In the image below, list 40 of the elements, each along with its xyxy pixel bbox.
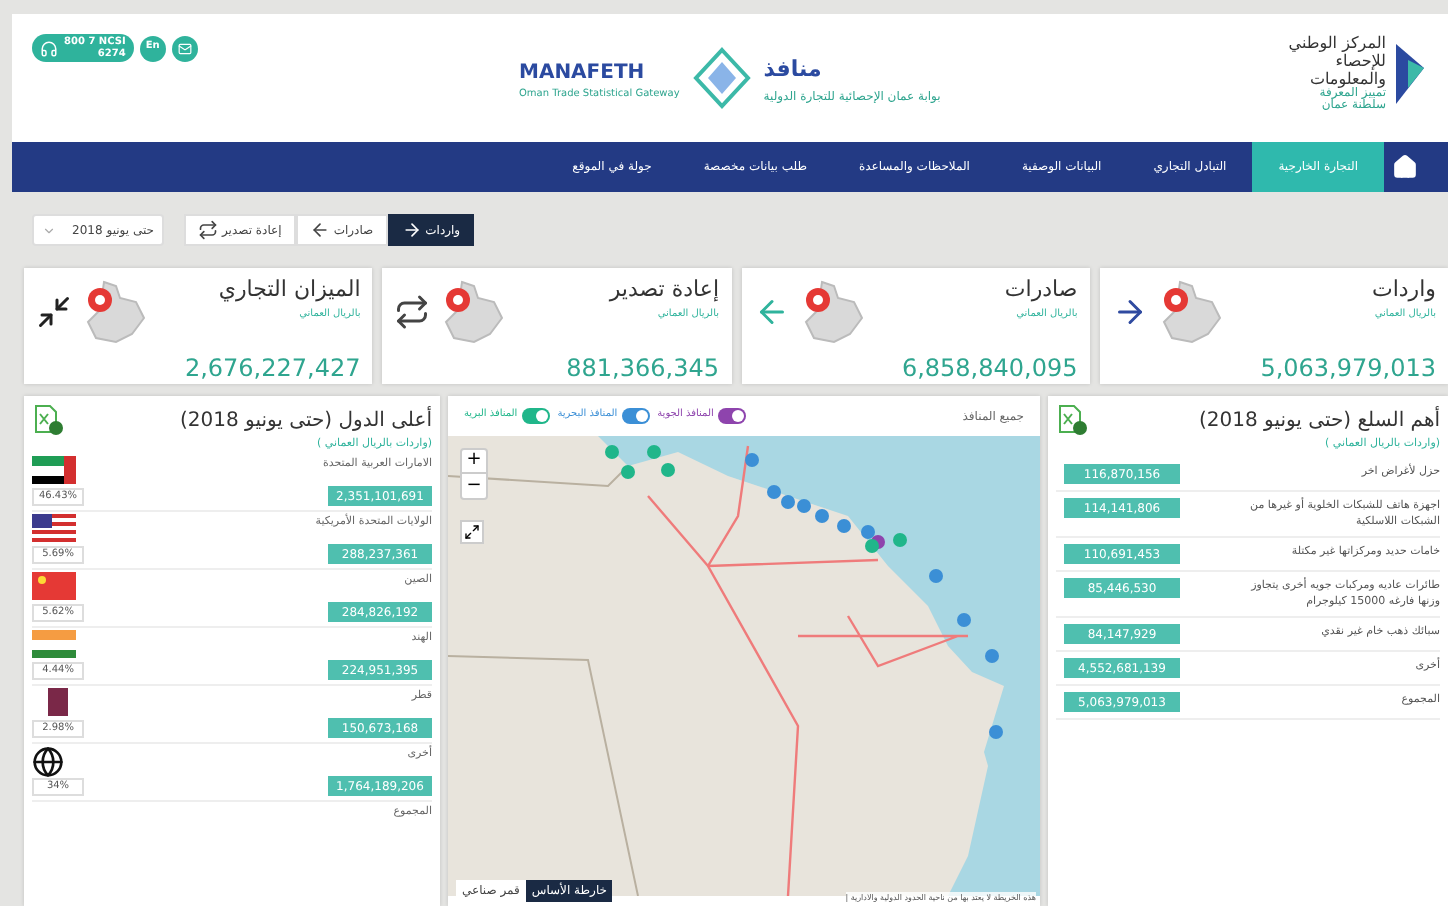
toggle-switch[interactable] [717,408,746,424]
chevron-down-icon [42,223,56,237]
toggle-switch[interactable] [521,408,550,424]
portal-name-arabic: منافذ [763,54,822,87]
arrow-right-icon [401,220,422,240]
card-value: 881,366,345 [564,352,719,386]
arrow-left-icon [309,220,330,240]
card-value: 5,063,979,013 [1258,352,1436,386]
card-title: واردات [1372,274,1436,306]
headphones-icon [40,39,59,57]
card-title: الميزان التجاري [218,274,361,306]
repeat-icon [198,220,218,240]
card-title: صادرات [1004,274,1078,306]
excel-export-icon[interactable] [1056,404,1088,436]
home-icon [1391,154,1417,180]
card-title: إعادة تصدير [609,274,719,306]
zoom-out-button[interactable]: − [462,474,486,498]
flag-icon [32,572,76,601]
panel-title: أعلى الدول (حتى يونيو 2018) [180,405,432,435]
mail-button[interactable] [171,35,198,61]
manafeth-logo-icon [691,46,752,114]
org-name: المركز الوطني للإحصاء والمعلومات [1286,34,1386,88]
flag-icon [48,688,68,717]
mail-icon [177,41,192,55]
flag-icon [32,456,76,485]
fullscreen-button[interactable] [460,520,484,544]
zoom-in-button[interactable]: + [462,450,486,474]
excel-export-icon[interactable] [32,404,64,436]
flag-icon [32,630,76,659]
flag-icon [32,514,76,543]
card-value: 6,858,840,095 [899,352,1078,386]
panel-title: أهم السلع (حتى يونيو 2018) [1198,405,1440,435]
ncsi-logo-icon [1392,39,1428,107]
expand-icon [464,524,480,540]
inward-arrows-icon [36,294,72,330]
card-value: 2,676,227,427 [182,352,361,386]
repeat-icon [394,294,431,330]
portal-name-english: MANAFETH [519,59,647,88]
toggle-switch[interactable] [621,408,650,424]
globe-icon [32,746,64,779]
